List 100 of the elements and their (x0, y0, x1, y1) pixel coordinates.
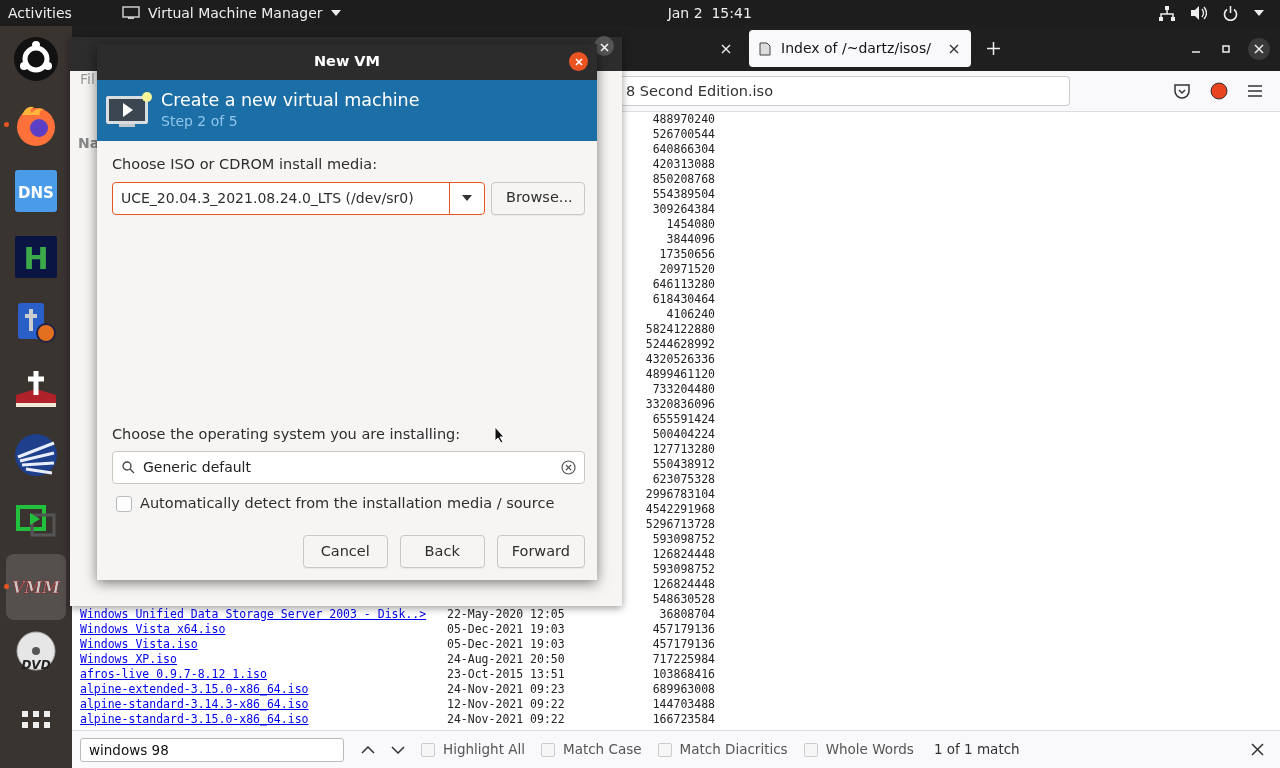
checkbox-label[interactable]: Highlight All (443, 739, 525, 760)
network-icon[interactable] (1159, 5, 1175, 21)
new-tab-icon[interactable] (987, 42, 1000, 55)
close-icon[interactable] (1251, 743, 1264, 756)
size-cell-text: 126824448 (651, 547, 715, 562)
size-cell-text: 457179136 (651, 622, 715, 637)
date-cell-text: 24-Nov-2021 09:23 (447, 682, 566, 697)
menu-icon[interactable] (1248, 85, 1262, 97)
browser-tab[interactable]: Index of /~dartz/isos/ (749, 30, 971, 67)
file-link[interactable]: alpine-standard-3.15.0-x86_64.iso (80, 712, 309, 726)
size-cell-text: 126824448 (651, 577, 715, 592)
checkbox-label[interactable]: Match Diacritics (679, 739, 788, 760)
file-link[interactable]: Windows Vista x64.iso (80, 622, 226, 636)
account-icon[interactable] (1210, 82, 1228, 100)
checkbox[interactable] (657, 742, 672, 757)
h-icon[interactable]: H (12, 233, 60, 281)
date-cell-text: 12-Nov-2021 09:22 (447, 697, 566, 712)
search-icon (122, 461, 135, 475)
size-cell-text: 548630528 (651, 592, 715, 607)
size-cell-text: 1454080 (665, 217, 715, 232)
os-search-field[interactable]: Generic default (112, 451, 585, 485)
size-cell-text: 4899461120 (644, 367, 715, 382)
checkbox-label[interactable]: Whole Words (825, 739, 914, 760)
size-cell-text: 500404224 (651, 427, 715, 442)
previous-icon[interactable] (361, 745, 375, 754)
date-cell-text: 23-Oct-2015 13:51 (447, 667, 566, 682)
maximize-icon[interactable] (1222, 44, 1230, 53)
checkbox[interactable] (803, 742, 818, 757)
size-cell-text: 618430464 (651, 292, 715, 307)
dialog-button[interactable]: Cancel (302, 535, 388, 568)
file-link[interactable]: afros-live 0.9.7-8.12 1.iso (80, 667, 267, 681)
address-bar[interactable]: 8 Second Edition.iso (622, 76, 1070, 106)
size-cell-text: 646113280 (651, 277, 715, 292)
browse-button[interactable]: Browse... (491, 181, 585, 215)
close-icon (599, 42, 609, 52)
dialog-title: New VM (313, 52, 381, 72)
checkbox-label[interactable]: Match Case (563, 739, 642, 760)
size-cell-text: 850208768 (651, 172, 715, 187)
dialog-heading: Create a new virtual machine (161, 89, 420, 111)
checkbox-label[interactable]: Automatically detect from the installation media / source (140, 493, 555, 515)
volume-icon[interactable] (1191, 6, 1207, 20)
size-cell-text: 309264384 (651, 202, 715, 217)
caret-icon (462, 195, 472, 202)
size-cell-text: 623075328 (651, 472, 715, 487)
size-cell-text: 36808704 (658, 607, 715, 622)
size-cell-text: 457179136 (651, 637, 715, 652)
clear-icon[interactable] (561, 460, 576, 476)
size-cell-text: 144703488 (651, 697, 715, 712)
size-cell-text: 526700544 (651, 127, 715, 142)
file-link[interactable]: Windows Vista.iso (80, 637, 198, 651)
size-cell-text: 5296713728 (644, 517, 715, 532)
next-icon[interactable] (391, 745, 405, 754)
size-cell-text: 3320836096 (644, 397, 715, 412)
app-menu[interactable]: Virtual Machine Manager (122, 2, 341, 24)
dialog-button[interactable]: Forward (496, 535, 585, 568)
step-label: Step 2 of 5 (161, 112, 239, 131)
file-link[interactable]: Windows Unified Data Storage Server 2003 - Disk..> (80, 607, 427, 621)
size-cell-text: 550438912 (651, 457, 715, 472)
globe-icon[interactable] (12, 431, 60, 479)
checkbox[interactable] (541, 742, 555, 757)
dialog-button[interactable]: Back (399, 535, 485, 568)
size-cell-text: 166723584 (651, 712, 715, 727)
page-icon (757, 40, 773, 57)
size-cell-text: 655591424 (651, 412, 715, 427)
file-link[interactable]: Windows XP.iso (80, 652, 177, 666)
size-cell-text: 640866304 (651, 142, 715, 157)
size-cell-text: 2996783104 (644, 487, 715, 502)
clock[interactable]: Jan 2 15:41 (667, 2, 752, 24)
size-cell-text: 689963008 (651, 682, 715, 697)
date-cell-text: 05-Dec-2021 19:03 (447, 622, 566, 637)
cursor-icon (494, 426, 505, 443)
activities-button[interactable]: Activities (8, 2, 98, 24)
date-cell-text: 05-Dec-2021 19:03 (447, 637, 566, 652)
file-link[interactable]: alpine-extended-3.15.0-x86_64.iso (80, 682, 309, 696)
date-cell-text: 24-Aug-2021 20:50 (447, 652, 566, 667)
checkbox[interactable] (116, 496, 132, 513)
size-cell-text: 20971520 (658, 262, 715, 277)
size-cell-text: 5244628992 (644, 337, 715, 352)
power-icon[interactable] (1223, 5, 1238, 21)
file-link[interactable]: alpine-standard-3.14.3-x86_64.iso (80, 697, 309, 711)
app-icon (122, 6, 140, 20)
pocket-icon[interactable] (1174, 83, 1190, 99)
media-combo[interactable]: UCE_20.04.3_2021.08.24.0_LTS (/dev/sr0) (112, 181, 485, 215)
size-cell-text: 4542291968 (644, 502, 715, 517)
close-button[interactable] (569, 52, 588, 71)
field-label: Choose the operating system you are installing: (112, 424, 461, 444)
close-icon[interactable] (949, 43, 959, 54)
close-button[interactable] (1248, 37, 1270, 60)
size-cell-text: 733204480 (651, 382, 715, 397)
date-cell-text: 24-Nov-2021 09:22 (447, 712, 566, 727)
close-icon (574, 57, 583, 66)
size-cell-text: 593098752 (651, 562, 715, 577)
ubuntu-icon[interactable] (12, 35, 60, 83)
field-label: Choose ISO or CDROM install media: (112, 155, 378, 174)
checkbox[interactable] (421, 742, 435, 757)
find-field[interactable]: windows 98 (80, 737, 344, 762)
size-cell-text: 554389504 (651, 187, 715, 202)
size-cell-text: 4320526336 (644, 352, 715, 367)
size-cell-text: 593098752 (651, 532, 715, 547)
caret-icon[interactable] (1254, 10, 1264, 16)
